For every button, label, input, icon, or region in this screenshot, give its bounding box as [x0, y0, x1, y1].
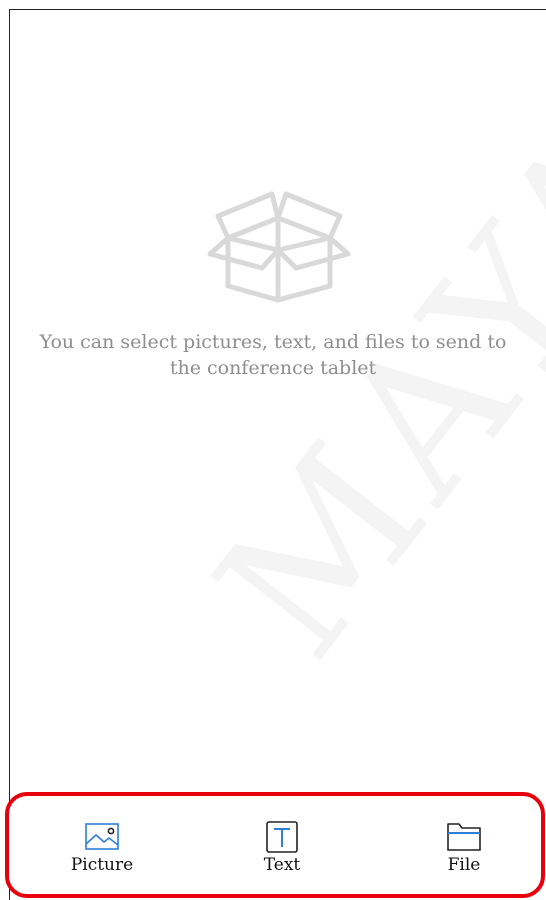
- tab-picture[interactable]: Picture: [47, 820, 157, 890]
- empty-state-line-2: the conference tablet: [169, 357, 377, 379]
- tab-text-label: Text: [263, 855, 301, 875]
- bottom-tab-bar: Picture Text File: [5, 792, 545, 898]
- text-icon: [266, 821, 298, 853]
- app-frame: [9, 9, 546, 900]
- tab-picture-label: Picture: [70, 855, 134, 875]
- tab-file-label: File: [447, 855, 481, 875]
- tab-file[interactable]: File: [409, 820, 519, 890]
- tab-text[interactable]: Text: [227, 820, 337, 890]
- picture-icon: [85, 823, 119, 850]
- folder-icon: [447, 823, 481, 851]
- empty-state-message: You can select pictures, text, and files…: [0, 329, 546, 381]
- open-box-icon: [207, 191, 351, 303]
- empty-state-line-1: You can select pictures, text, and files…: [39, 331, 507, 353]
